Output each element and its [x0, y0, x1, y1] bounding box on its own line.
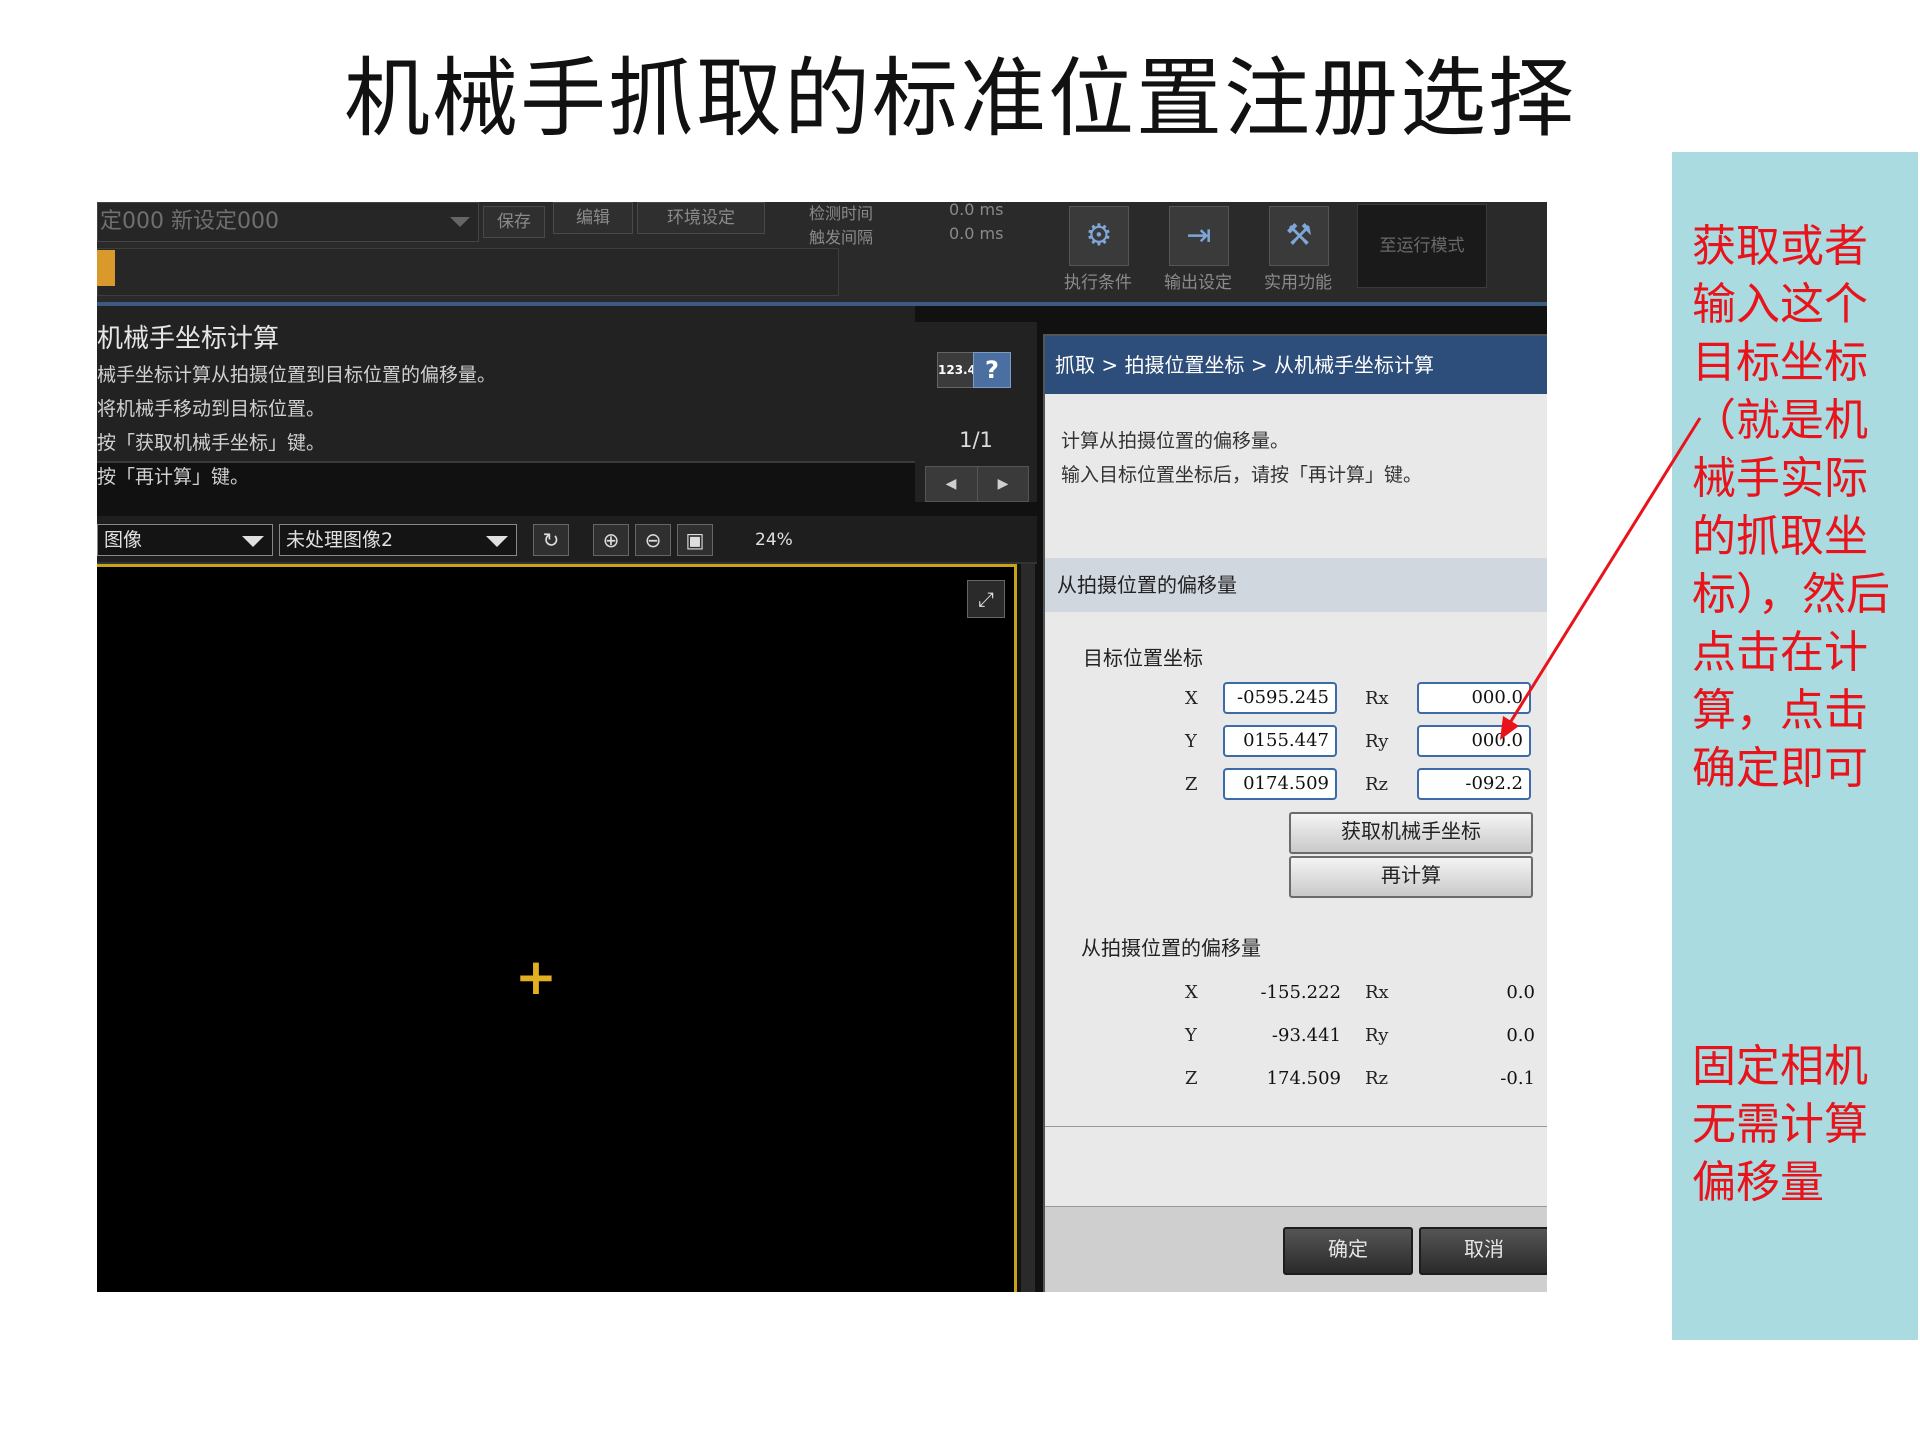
arrow-head: [1500, 716, 1519, 740]
annotation-arrow: [1500, 417, 1702, 740]
arrow-line: [1506, 417, 1702, 727]
